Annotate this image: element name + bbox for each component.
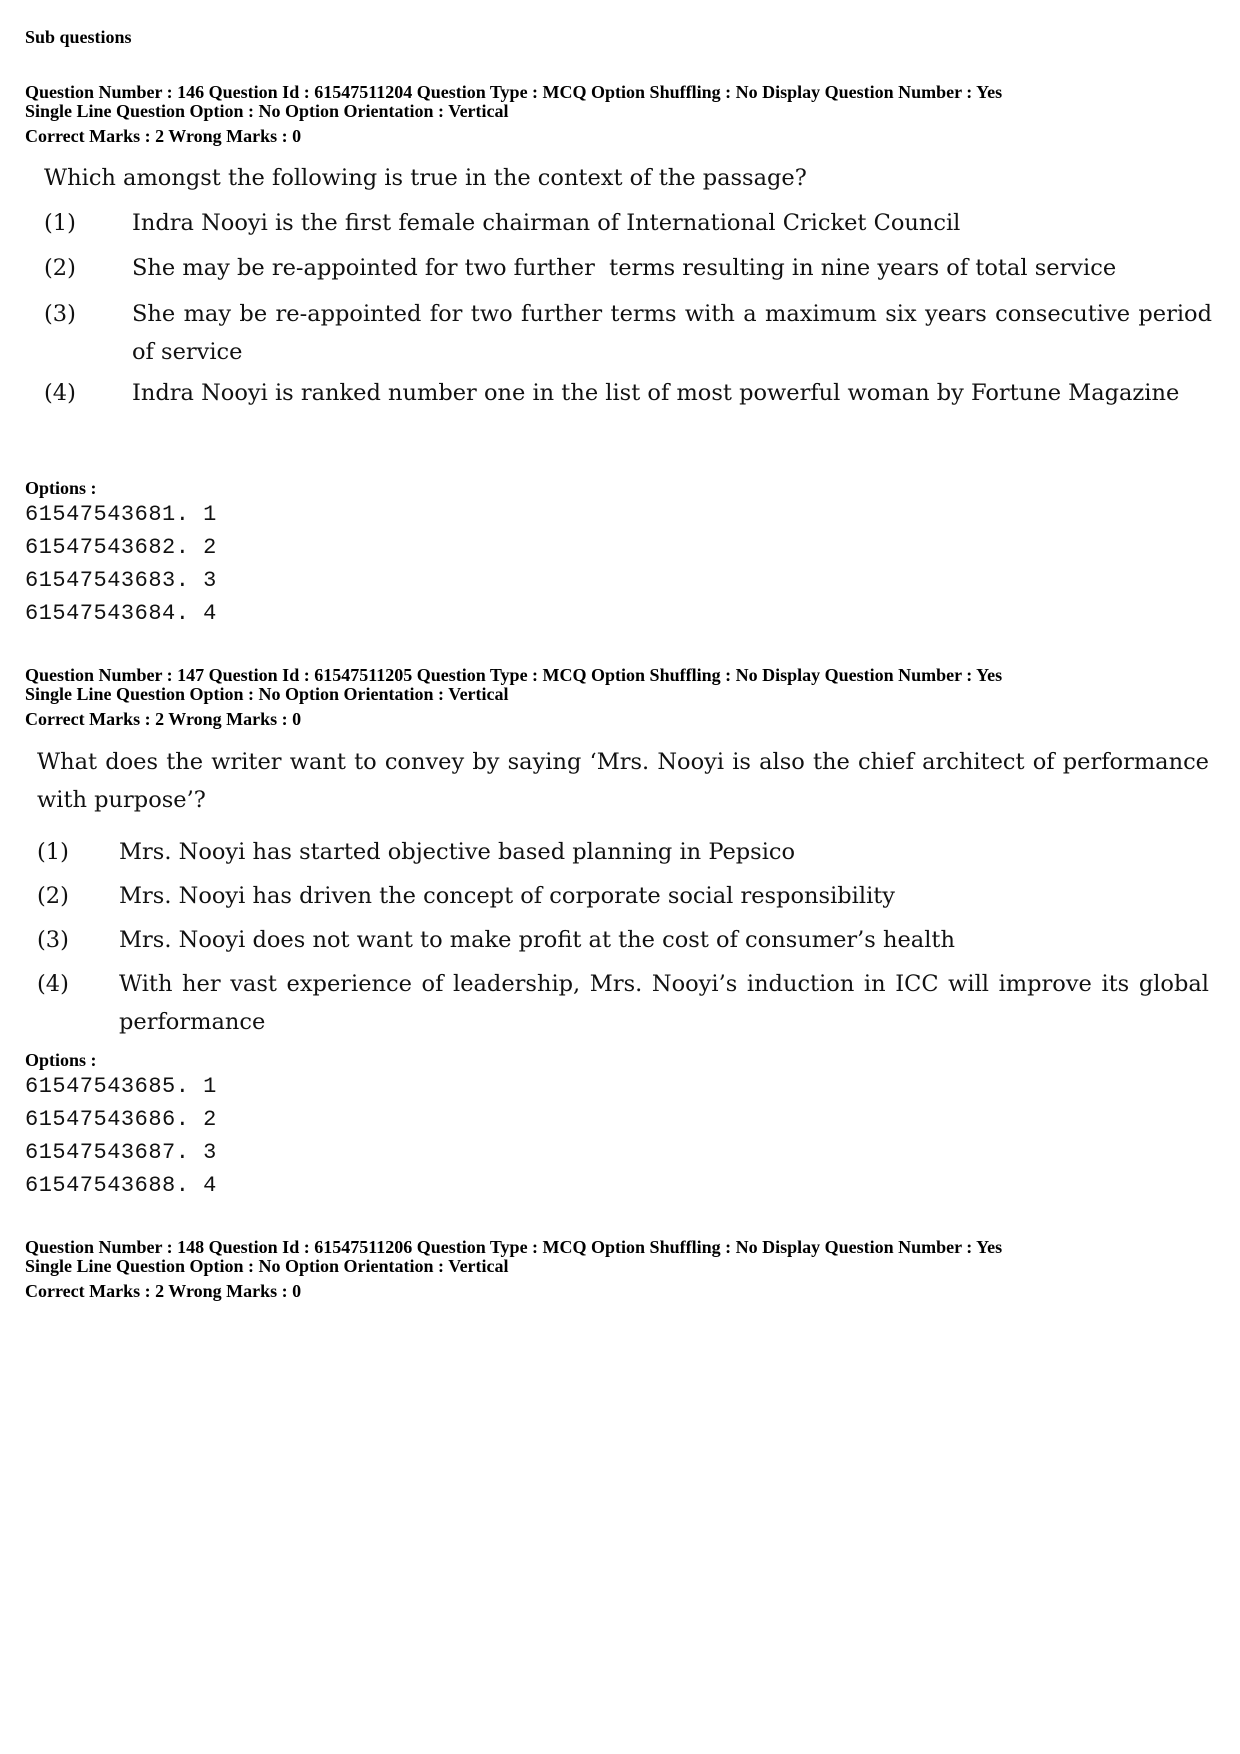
question-meta-line-2: Single Line Question Option : No Option … xyxy=(25,1256,509,1276)
sub-questions-heading: Sub questions xyxy=(25,27,132,47)
question-stem: What does the writer want to convey by s… xyxy=(37,749,1209,813)
options-label: Options : xyxy=(25,1050,97,1070)
choice-number: (4) xyxy=(44,380,76,406)
choice-item: (3) Mrs. Nooyi does not want to make pro… xyxy=(37,921,1209,959)
option-id: 61547543682. 2 xyxy=(25,535,217,560)
choice-text: Mrs. Nooyi has started objective based p… xyxy=(119,839,796,865)
choice-number: (3) xyxy=(44,301,76,327)
choice-number: (1) xyxy=(37,839,69,865)
choice-text: Mrs. Nooyi has driven the concept of cor… xyxy=(119,883,896,909)
choice-item: (2) She may be re-appointed for two furt… xyxy=(44,249,1216,287)
question-meta-line-2: Single Line Question Option : No Option … xyxy=(25,684,509,704)
option-id: 61547543685. 1 xyxy=(25,1074,217,1099)
marks-line: Correct Marks : 2 Wrong Marks : 0 xyxy=(25,1281,302,1301)
option-id: 61547543688. 4 xyxy=(25,1173,217,1198)
question-meta-line-2: Single Line Question Option : No Option … xyxy=(25,101,509,121)
question-meta-line-1: Question Number : 147 Question Id : 6154… xyxy=(25,665,1003,685)
choice-number: (2) xyxy=(37,883,69,909)
question-stem: Which amongst the following is true in t… xyxy=(44,165,807,191)
choice-item: (2) Mrs. Nooyi has driven the concept of… xyxy=(37,877,1209,915)
choice-text: She may be re-appointed for two further … xyxy=(132,301,1212,365)
option-id: 61547543681. 1 xyxy=(25,502,217,527)
option-id: 61547543684. 4 xyxy=(25,601,217,626)
choice-item: (4) With her vast experience of leadersh… xyxy=(37,965,1209,1041)
options-label: Options : xyxy=(25,478,97,498)
choice-text: With her vast experience of leadership, … xyxy=(119,971,1209,1035)
choice-number: (3) xyxy=(37,927,69,953)
choice-number: (1) xyxy=(44,210,76,236)
option-id: 61547543686. 2 xyxy=(25,1107,217,1132)
question-meta-line-1: Question Number : 148 Question Id : 6154… xyxy=(25,1237,1003,1257)
choice-item: (3) She may be re-appointed for two furt… xyxy=(44,295,1216,371)
choice-item: (1) Indra Nooyi is the first female chai… xyxy=(44,204,1216,242)
choice-number: (4) xyxy=(37,971,69,997)
option-id: 61547543683. 3 xyxy=(25,568,217,593)
choice-text: Mrs. Nooyi does not want to make profit … xyxy=(119,927,955,953)
choice-number: (2) xyxy=(44,255,76,281)
choice-text: Indra Nooyi is the first female chairman… xyxy=(132,210,961,236)
option-id: 61547543687. 3 xyxy=(25,1140,217,1165)
marks-line: Correct Marks : 2 Wrong Marks : 0 xyxy=(25,709,302,729)
choice-text: Indra Nooyi is ranked number one in the … xyxy=(132,380,1180,406)
marks-line: Correct Marks : 2 Wrong Marks : 0 xyxy=(25,126,302,146)
choice-item: (4) Indra Nooyi is ranked number one in … xyxy=(44,374,1216,412)
choice-text: She may be re-appointed for two further … xyxy=(132,255,1117,281)
choice-item: (1) Mrs. Nooyi has started objective bas… xyxy=(37,833,1209,871)
question-meta-line-1: Question Number : 146 Question Id : 6154… xyxy=(25,82,1003,102)
